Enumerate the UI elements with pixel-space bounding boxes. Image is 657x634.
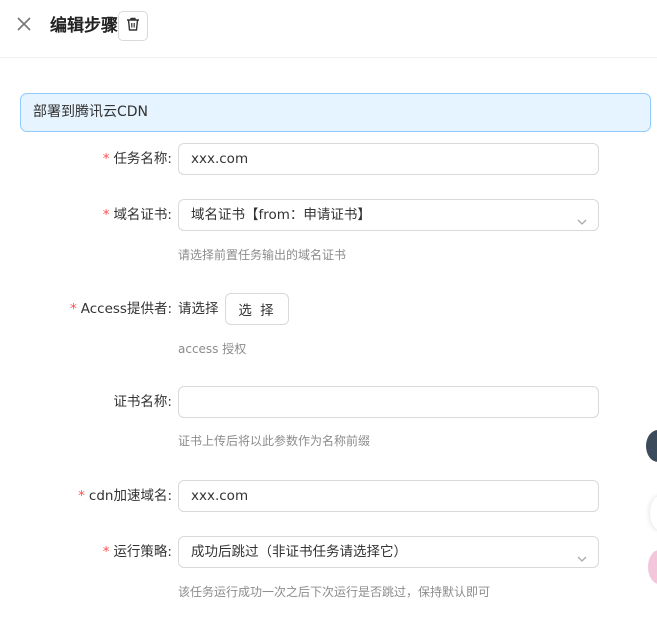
close-icon[interactable] (14, 14, 34, 34)
drawer-header: 编辑步骤 (0, 0, 657, 58)
task-name-label: * 任务名称: (103, 149, 172, 169)
cdn-domain-input[interactable] (178, 480, 599, 512)
floating-widget-pink[interactable] (648, 550, 657, 584)
access-provider-label: * Access提供者: (70, 299, 172, 319)
domain-cert-selected-value: 域名证书【from：申请证书】 (191, 207, 371, 223)
domain-cert-label: * 域名证书: (103, 205, 172, 225)
access-provider-label-text: Access提供者: (80, 301, 172, 317)
run-strategy-label: * 运行策略: (103, 542, 172, 562)
required-mark: * (78, 488, 85, 504)
cdn-domain-label-text: cdn加速域名: (88, 488, 172, 504)
cert-name-help: 证书上传后将以此参数作为名称前缀 (178, 434, 371, 448)
required-mark: * (69, 301, 77, 317)
cdn-domain-label: * cdn加速域名: (78, 486, 172, 506)
task-name-label-text: 任务名称: (113, 151, 172, 167)
run-strategy-select[interactable]: 成功后跳过（非证书任务请选择它） (178, 536, 599, 568)
domain-cert-help: 请选择前置任务输出的域名证书 (178, 248, 347, 262)
delete-button[interactable] (118, 11, 148, 41)
run-strategy-selected-value: 成功后跳过（非证书任务请选择它） (191, 544, 407, 560)
floating-widget-light[interactable] (650, 496, 657, 530)
domain-cert-label-text: 域名证书: (113, 207, 172, 223)
info-alert: 部署到腾讯云CDN (20, 93, 651, 132)
cert-name-label: 证书名称: (113, 392, 172, 412)
required-mark: * (102, 151, 110, 167)
chevron-down-icon (576, 546, 588, 562)
domain-cert-select[interactable]: 域名证书【from：申请证书】 (178, 199, 599, 231)
task-name-input[interactable] (178, 143, 599, 175)
cert-name-label-text: 证书名称: (113, 394, 172, 410)
access-provider-value: 请选择 (178, 301, 219, 317)
access-provider-help: access 授权 (178, 342, 247, 356)
floating-widget-dark[interactable] (646, 430, 657, 462)
cert-name-input[interactable] (178, 386, 599, 418)
trash-icon (125, 16, 141, 36)
chevron-down-icon (576, 209, 588, 225)
required-mark: * (102, 207, 110, 223)
run-strategy-help: 该任务运行成功一次之后下次运行是否跳过，保持默认即可 (178, 585, 491, 599)
drawer-title: 编辑步骤 (50, 16, 118, 36)
run-strategy-label-text: 运行策略: (113, 544, 172, 560)
select-access-button[interactable]: 选 择 (225, 293, 289, 325)
required-mark: * (102, 544, 110, 560)
